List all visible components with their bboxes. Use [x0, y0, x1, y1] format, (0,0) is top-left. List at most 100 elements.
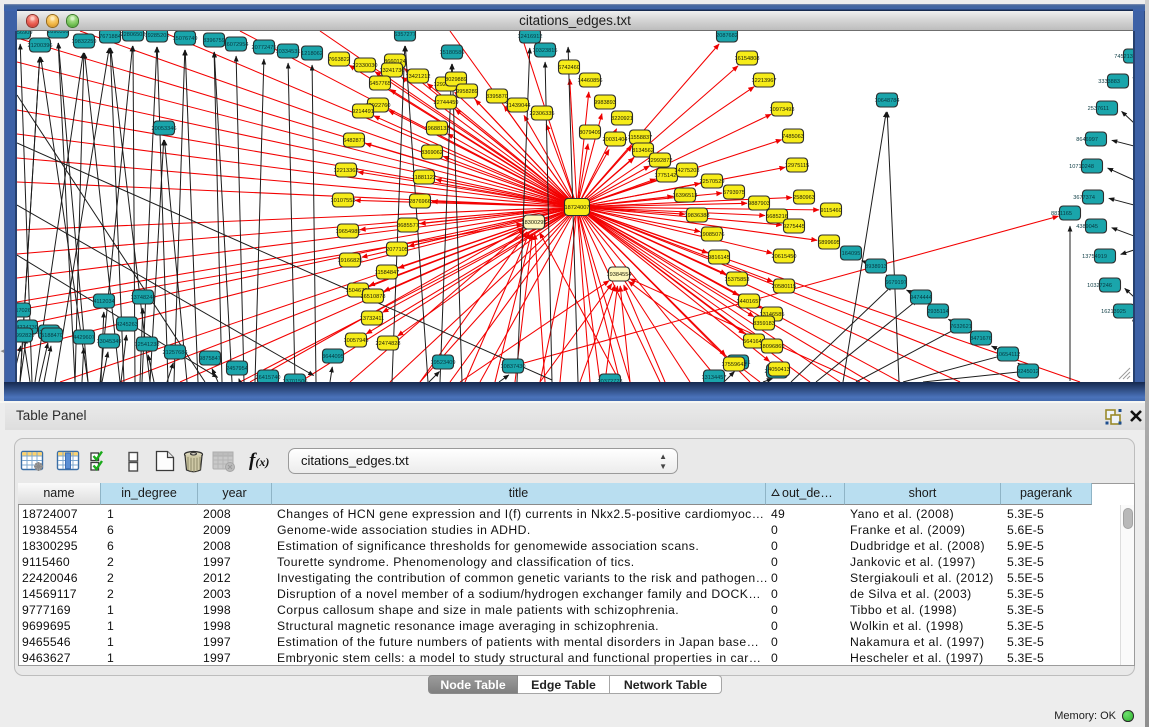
- svg-text:11881122: 11881122: [412, 175, 436, 181]
- svg-text:6217026: 6217026: [17, 308, 31, 314]
- svg-text:15375853: 15375853: [725, 277, 750, 283]
- svg-text:19384554: 19384554: [607, 272, 632, 278]
- svg-text:19166825: 19166825: [338, 258, 363, 264]
- svg-text:20372723: 20372723: [598, 379, 623, 382]
- svg-text:7452134: 7452134: [1114, 54, 1133, 60]
- svg-text:12541238: 12541238: [135, 342, 160, 348]
- svg-text:2876966: 2876966: [409, 199, 431, 205]
- svg-text:13134457: 13134457: [702, 375, 727, 381]
- svg-text:10057945: 10057945: [344, 338, 369, 344]
- svg-text:9275445: 9275445: [783, 224, 805, 230]
- svg-text:9474444: 9474444: [910, 295, 932, 301]
- svg-text:16154808: 16154808: [735, 56, 760, 62]
- svg-text:8134562: 8134562: [632, 148, 654, 154]
- svg-text:3677374: 3677374: [1073, 195, 1095, 201]
- svg-text:9115460: 9115460: [820, 208, 841, 214]
- svg-text:8359183: 8359183: [753, 321, 775, 327]
- svg-text:3333883: 3333883: [1098, 79, 1120, 85]
- svg-text:13754919: 13754919: [1082, 254, 1107, 260]
- svg-text:22330030: 22330030: [353, 63, 378, 69]
- svg-text:13748244: 13748244: [131, 295, 156, 301]
- svg-text:20615450: 20615450: [772, 254, 797, 260]
- svg-text:2537611: 2537611: [1088, 106, 1109, 112]
- svg-text:4429607: 4429607: [73, 335, 95, 341]
- svg-text:3395870: 3395870: [486, 94, 508, 100]
- svg-text:8029889: 8029889: [445, 77, 467, 83]
- svg-text:5793975: 5793975: [723, 190, 745, 196]
- svg-text:8685577: 8685577: [397, 223, 419, 229]
- svg-text:15076749: 15076749: [173, 36, 198, 42]
- svg-text:6899695: 6899695: [818, 240, 840, 246]
- svg-text:13701506: 13701506: [283, 379, 308, 382]
- svg-text:6679197: 6679197: [885, 280, 907, 286]
- svg-text:10973493: 10973493: [770, 107, 795, 113]
- svg-text:12975115: 12975115: [785, 163, 809, 169]
- svg-text:6457765: 6457765: [369, 81, 391, 87]
- svg-text:16510878: 16510878: [361, 294, 386, 300]
- svg-text:19654985: 19654985: [336, 229, 361, 235]
- svg-text:7663822: 7663822: [328, 57, 350, 63]
- svg-text:2580963: 2580963: [793, 195, 815, 201]
- svg-text:19836388: 19836388: [685, 213, 710, 219]
- svg-text:1890399: 1890399: [47, 31, 69, 35]
- svg-text:9214491: 9214491: [352, 109, 374, 115]
- svg-text:22474828: 22474828: [376, 341, 401, 347]
- svg-text:6357277: 6357277: [394, 32, 416, 38]
- svg-text:16396513: 16396513: [673, 193, 698, 199]
- svg-text:4389045: 4389045: [1076, 224, 1098, 230]
- svg-text:1218062: 1218062: [301, 51, 323, 57]
- svg-text:3644095: 3644095: [322, 354, 344, 360]
- svg-text:21439044: 21439044: [506, 103, 531, 109]
- svg-text:9983893: 9983893: [594, 100, 616, 106]
- svg-text:7671884: 7671884: [99, 34, 121, 40]
- svg-text:8811165: 8811165: [1051, 211, 1072, 217]
- svg-text:16072954: 16072954: [224, 42, 249, 48]
- svg-text:10648784: 10648784: [875, 98, 900, 104]
- svg-text:11584847: 11584847: [375, 270, 399, 276]
- svg-text:9887903: 9887903: [748, 201, 770, 207]
- svg-text:12213967: 12213967: [752, 78, 777, 84]
- svg-text:13045349: 13045349: [97, 339, 122, 345]
- svg-text:2935114: 2935114: [927, 309, 948, 315]
- svg-text:20772475: 20772475: [252, 45, 277, 51]
- svg-text:18096865: 18096865: [760, 344, 785, 350]
- svg-text:16213925: 16213925: [1101, 309, 1126, 315]
- svg-text:20580115: 20580115: [772, 284, 796, 290]
- svg-text:8369062: 8369062: [421, 150, 443, 156]
- svg-text:18724007: 18724007: [565, 205, 590, 211]
- svg-text:18992829: 18992829: [17, 333, 34, 339]
- svg-text:19085076: 19085076: [700, 232, 725, 238]
- svg-text:8079409: 8079409: [579, 130, 601, 136]
- svg-text:164095: 164095: [842, 251, 861, 257]
- svg-text:8471676: 8471676: [970, 336, 992, 342]
- svg-text:7485063: 7485063: [782, 134, 804, 140]
- svg-text:19832259: 19832259: [72, 39, 97, 45]
- svg-text:8396759: 8396759: [203, 38, 225, 44]
- svg-text:13732411: 13732411: [360, 316, 384, 322]
- svg-text:12416912: 12416912: [518, 34, 543, 40]
- svg-text:19688132: 19688132: [425, 126, 450, 132]
- svg-text:10107553: 10107553: [331, 198, 356, 204]
- svg-text:14275203: 14275203: [675, 168, 700, 174]
- svg-text:10710248: 10710248: [1069, 164, 1094, 170]
- svg-text:22306335: 22306335: [530, 111, 555, 117]
- svg-text:10334531: 10334531: [276, 49, 301, 55]
- svg-text:22992872: 22992872: [648, 158, 673, 164]
- svg-text:6742460: 6742460: [558, 65, 580, 71]
- svg-text:9816145: 9816145: [708, 255, 730, 261]
- svg-text:8646997: 8646997: [1076, 137, 1098, 143]
- svg-text:15180586: 15180586: [440, 50, 465, 56]
- svg-text:10837430: 10837430: [501, 364, 526, 370]
- svg-text:19285201: 19285201: [145, 33, 170, 39]
- svg-text:14401657: 14401657: [737, 299, 762, 305]
- svg-text:16415740: 16415740: [256, 375, 281, 381]
- svg-text:2077105: 2077105: [386, 247, 408, 253]
- svg-text:4112034: 4112034: [93, 299, 114, 305]
- svg-text:18300295: 18300295: [522, 220, 547, 226]
- svg-text:2087682: 2087682: [716, 33, 738, 39]
- svg-text:4050413: 4050413: [768, 367, 790, 373]
- svg-text:17956909: 17956909: [17, 31, 32, 36]
- svg-text:5685216: 5685216: [766, 214, 788, 220]
- svg-text:5188470: 5188470: [41, 333, 63, 339]
- svg-text:19523409: 19523409: [431, 360, 456, 366]
